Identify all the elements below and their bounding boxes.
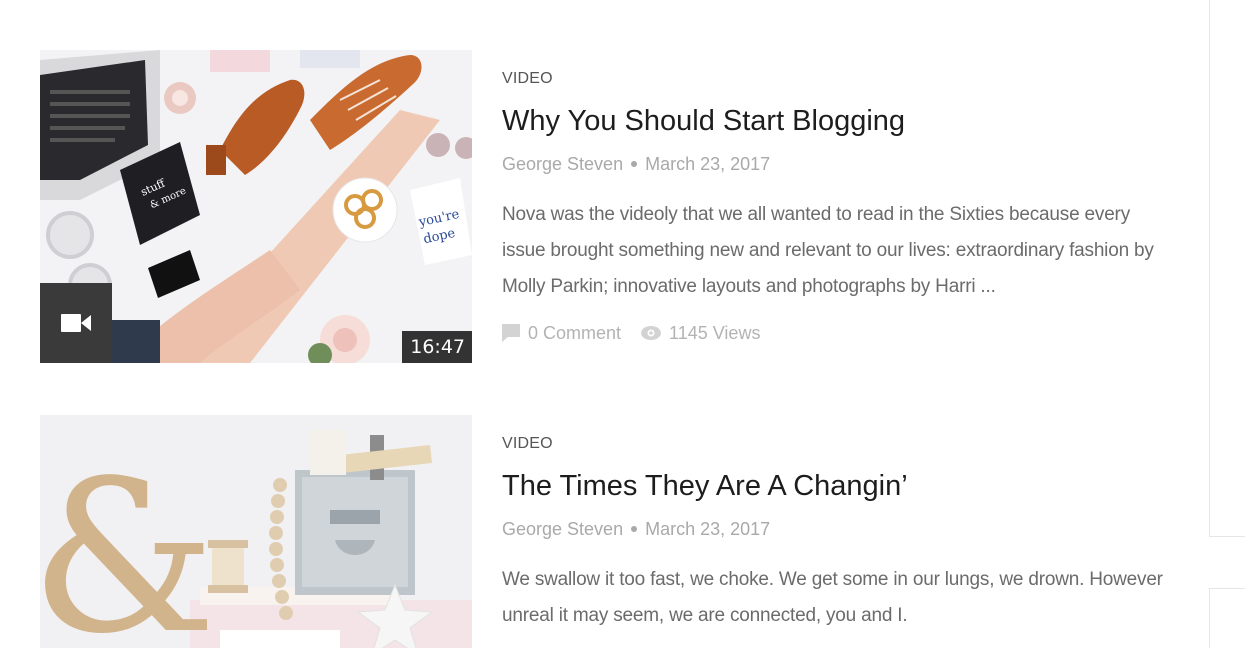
eye-icon [641,326,662,341]
post-category[interactable]: VIDEO [502,435,1172,453]
post-excerpt: We swallow it too fast, we choke. We get… [502,568,1163,626]
post-thumbnail[interactable]: & [40,415,472,648]
sidebar-edge [1209,0,1245,537]
post-content: VIDEO The Times They Are A Changin’ Geor… [502,415,1172,634]
post-category[interactable]: VIDEO [502,70,1172,88]
comment-count-label: 0 Comment [528,322,622,343]
post-author[interactable]: George Steven [502,154,623,175]
post-card: stuff & more you're dope 16:47 VIDEO Why… [40,50,1180,363]
post-author[interactable]: George Steven [502,519,623,540]
post-date: March 23, 2017 [645,153,771,174]
post-title[interactable]: Why You Should Start Blogging [502,105,1172,138]
post-title[interactable]: The Times They Are A Changin’ [502,470,1172,503]
svg-text:&: & [40,435,217,648]
video-camera-icon [61,314,91,332]
meta-separator-dot [631,526,638,533]
video-duration: 16:47 [402,331,472,363]
desk-decor-photo: & [40,415,472,648]
post-content: VIDEO Why You Should Start Blogging Geor… [502,50,1172,344]
post-meta: George Steven March 23, 2017 [502,519,1172,540]
view-count: 1145 Views [641,323,760,344]
view-count-label: 1145 Views [669,322,761,343]
meta-separator-dot [631,161,638,168]
post-meta: George Steven March 23, 2017 [502,154,1172,175]
comment-count[interactable]: 0 Comment [502,323,621,344]
sidebar-edge-lower [1209,588,1245,648]
post-thumbnail[interactable]: stuff & more you're dope 16:47 [40,50,472,363]
post-card: & VIDEO The Times They Are A Changin’ Ge… [40,415,1180,648]
comment-icon [502,324,520,343]
post-date: March 23, 2017 [645,518,771,539]
video-type-badge [40,283,112,363]
post-excerpt: Nova was the videoly that we all wanted … [502,203,1154,297]
post-stats: 0 Comment 1145 Views [502,323,1172,344]
blog-list-page: stuff & more you're dope 16:47 VIDEO Why… [0,0,1245,648]
